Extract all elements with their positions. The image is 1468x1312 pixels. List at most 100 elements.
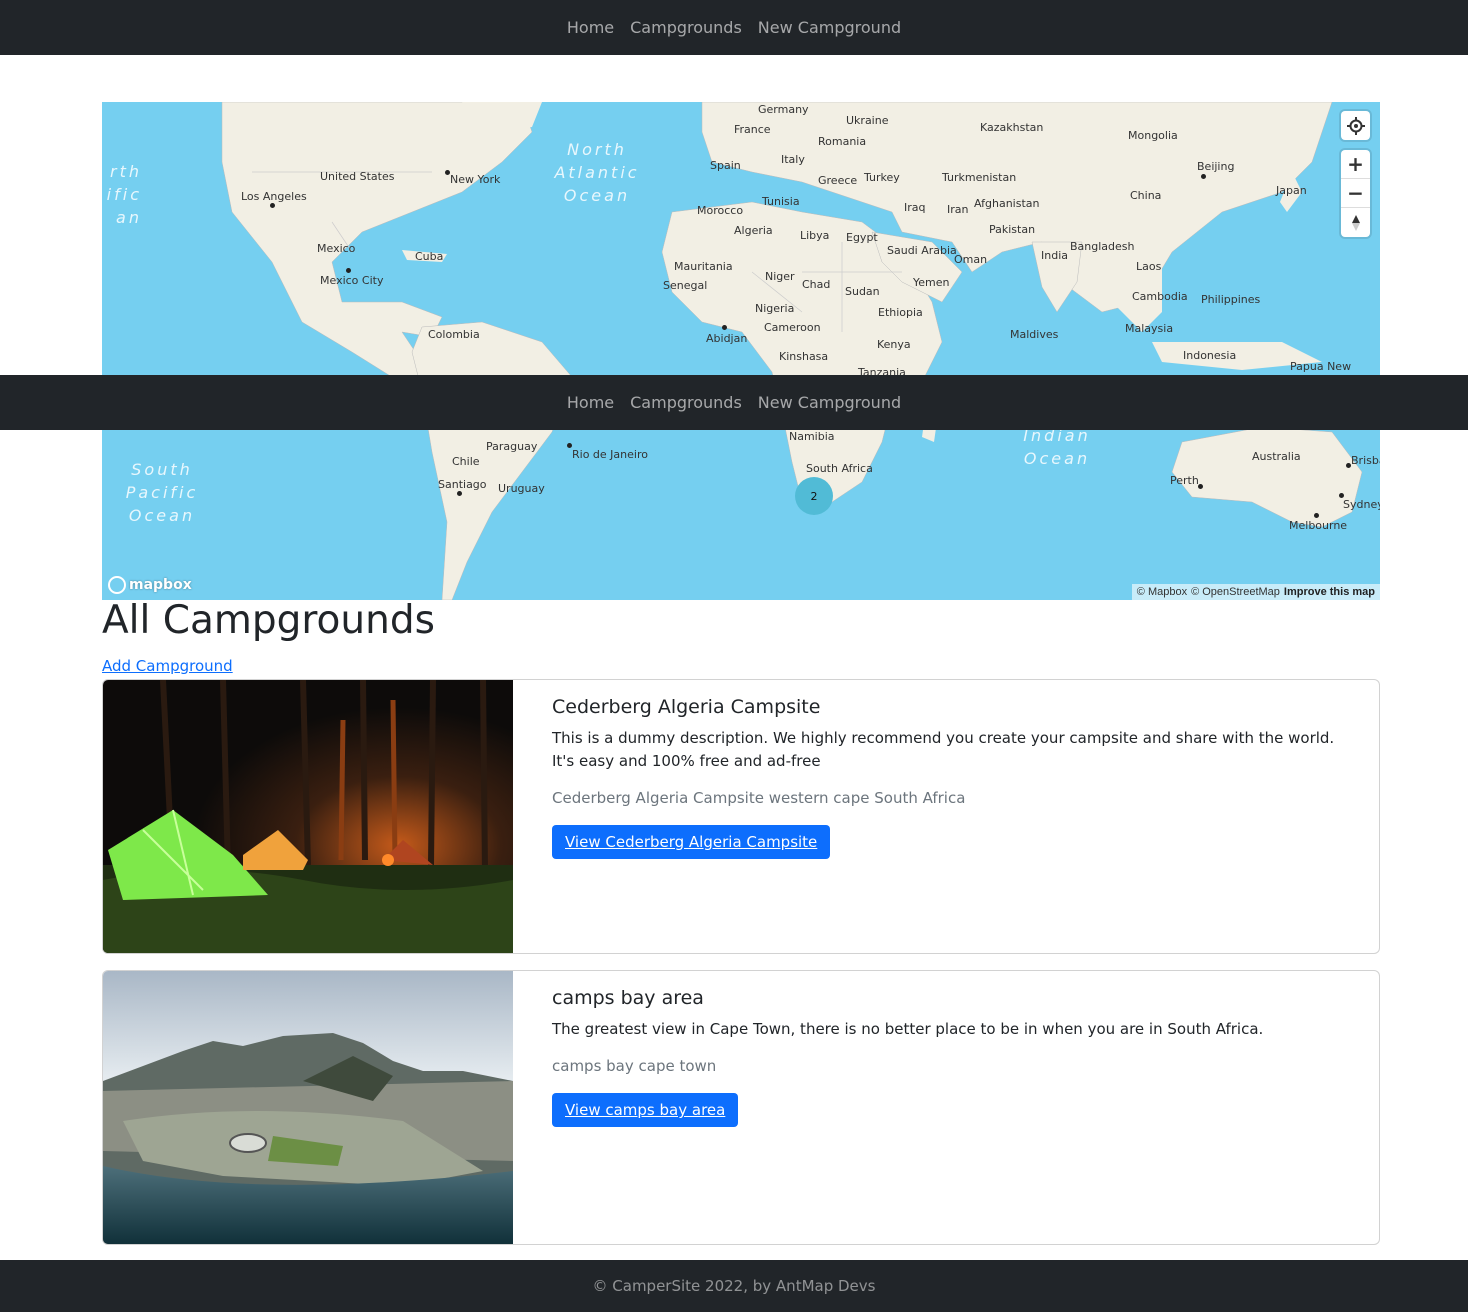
map-label: Egypt (846, 231, 878, 244)
view-campground-button[interactable]: View camps bay area (552, 1093, 739, 1127)
city-dot (445, 170, 450, 175)
map-label: Bangladesh (1070, 240, 1135, 253)
map-label: Iraq (904, 201, 926, 214)
campground-description: This is a dummy description. We highly r… (552, 729, 1335, 770)
nav-new-campground-link[interactable]: New Campground (758, 393, 901, 412)
zoom-out-button[interactable]: − (1341, 179, 1370, 208)
overlay-navbar: Home Campgrounds New Campground (0, 375, 1468, 430)
map-label: Mexico (317, 242, 356, 255)
attribution-osm-link[interactable]: © OpenStreetMap (1191, 586, 1280, 598)
north-pacific-label: rth ific an (106, 162, 142, 227)
indian-ocean-label: Indian Ocean (1023, 426, 1091, 468)
map-label: Senegal (663, 279, 708, 292)
map-label: Oman (954, 253, 988, 266)
nav-campgrounds-link[interactable]: Campgrounds (630, 393, 742, 412)
city-dot (1198, 484, 1203, 489)
mapbox-logo-text: mapbox (129, 577, 192, 593)
mapbox-logo[interactable]: mapbox (108, 576, 192, 594)
map-label: Nigeria (755, 302, 795, 315)
map-label: Germany (758, 103, 809, 116)
ocean-label: North Atlantic Ocean (542, 138, 652, 207)
footer: © CamperSite 2022, by AntMap Devs (0, 1260, 1468, 1312)
campground-title: Cederberg Algeria Campsite (552, 696, 821, 718)
plus-icon: + (1347, 152, 1364, 176)
map-label: Chile (452, 455, 480, 468)
map-label: Libya (800, 229, 830, 242)
map-label: Rio de Janeiro (572, 448, 648, 461)
campground-card: camps bay area The greatest view in Cape… (102, 970, 1380, 1245)
nav-home-link[interactable]: Home (567, 393, 614, 412)
map-label: Iran (947, 203, 969, 216)
map-label: Santiago (438, 478, 487, 491)
city-dot (346, 268, 351, 273)
map-label: Ethiopia (878, 306, 923, 319)
improve-map-link[interactable]: Improve this map (1284, 586, 1375, 598)
map-label: Paraguay (486, 440, 538, 453)
map-label: France (734, 123, 771, 136)
city-dot (1339, 493, 1344, 498)
map-label: Morocco (697, 204, 744, 217)
map-label: Colombia (428, 328, 480, 341)
map-label: Romania (818, 135, 867, 148)
campground-location: Cederberg Algeria Campsite western cape … (552, 789, 966, 807)
campground-card: Cederberg Algeria Campsite This is a dum… (102, 679, 1380, 954)
map-label: Yemen (913, 276, 950, 289)
map-label: Ukraine (846, 114, 889, 127)
campground-title: camps bay area (552, 987, 704, 1009)
city-dot (270, 203, 275, 208)
footer-text: © CamperSite 2022, by AntMap Devs (592, 1277, 876, 1295)
top-navbar: Home Campgrounds New Campground (0, 0, 1468, 55)
zoom-in-button[interactable]: + (1341, 150, 1370, 179)
map-label: Kazakhstan (980, 121, 1044, 134)
nav-new-campground-link[interactable]: New Campground (758, 18, 901, 37)
map-label: Greece (818, 174, 858, 187)
map-label: Uruguay (498, 482, 545, 495)
view-campground-button[interactable]: View Cederberg Algeria Campsite (552, 825, 831, 859)
city-dot (1346, 463, 1351, 468)
campground-card-body: Cederberg Algeria Campsite This is a dum… (513, 680, 1379, 953)
map-label: Laos (1136, 260, 1162, 273)
map-label: Los Angeles (241, 190, 307, 203)
map-attribution: © Mapbox © OpenStreetMap Improve this ma… (1131, 584, 1380, 600)
cluster-map[interactable]: North Atlantic Ocean rth ific an South P… (102, 102, 1380, 600)
map-label: Tunisia (762, 195, 800, 208)
ocean-label: Indian Ocean (1007, 424, 1107, 470)
tent-night-photo (103, 680, 513, 953)
map-label: Cameroon (764, 321, 821, 334)
map-label: Saudi Arabia (887, 244, 957, 257)
map-label: South Africa (806, 462, 873, 475)
ocean-label: South Pacific Ocean (112, 458, 212, 527)
map-label: New York (450, 173, 501, 186)
compass-button[interactable] (1341, 208, 1370, 237)
city-dot (567, 443, 572, 448)
navigation-control: + − (1341, 150, 1370, 237)
map-label: Mongolia (1128, 129, 1178, 142)
map-label: Indonesia (1183, 349, 1237, 362)
map-label: Turkmenistan (942, 171, 1017, 184)
campground-image (103, 680, 513, 953)
add-campground-link[interactable]: Add Campground (102, 657, 233, 675)
map-label: Brisba (1351, 454, 1380, 467)
map-label: Kenya (877, 338, 911, 351)
map-label: Chad (802, 278, 831, 291)
geolocate-button[interactable] (1341, 111, 1370, 140)
map-label: Niger (765, 270, 795, 283)
attribution-mapbox-link[interactable]: © Mapbox (1137, 586, 1187, 598)
campground-card-body: camps bay area The greatest view in Cape… (513, 971, 1379, 1244)
map-label: United States (320, 170, 395, 183)
city-dot (722, 325, 727, 330)
campground-cluster-marker[interactable]: 2 (795, 477, 833, 515)
mapbox-logo-icon (108, 576, 126, 594)
map-label: Malaysia (1125, 322, 1174, 335)
minus-icon: − (1347, 181, 1364, 205)
map-label: Italy (781, 153, 805, 166)
geolocate-control (1341, 111, 1370, 140)
nav-home-link[interactable]: Home (567, 18, 614, 37)
compass-icon (1351, 214, 1360, 231)
nav-campgrounds-link[interactable]: Campgrounds (630, 18, 742, 37)
map-label: Kinshasa (779, 350, 829, 363)
map-label: Turkey (864, 171, 900, 184)
map-label: Maldives (1010, 328, 1059, 341)
map-label: Papua New (1290, 360, 1352, 373)
south-pacific-label: South Pacific Ocean (125, 460, 199, 525)
